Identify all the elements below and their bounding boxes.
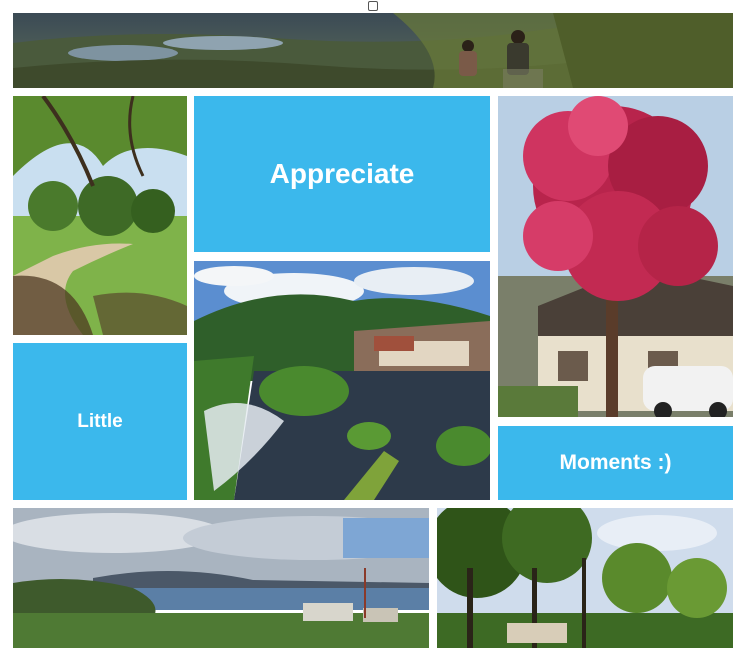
tile-appreciate-label: Appreciate	[269, 158, 415, 189]
photo-blossom-tree-house	[498, 96, 733, 417]
tile-moments: Moments :)	[498, 426, 733, 500]
tile-moments-label: Moments :)	[559, 451, 672, 474]
photo-hikers-valley	[13, 13, 733, 88]
photo-river-rapids-town	[194, 261, 490, 500]
tile-appreciate: Appreciate	[194, 96, 490, 252]
tile-little: Little	[13, 343, 187, 500]
layout-toggle-checkbox[interactable]	[368, 1, 378, 11]
photo-coast-panorama	[13, 508, 429, 648]
tile-little-label: Little	[77, 410, 123, 432]
photo-park-path	[13, 96, 187, 335]
photo-woodland-trees	[437, 508, 733, 648]
